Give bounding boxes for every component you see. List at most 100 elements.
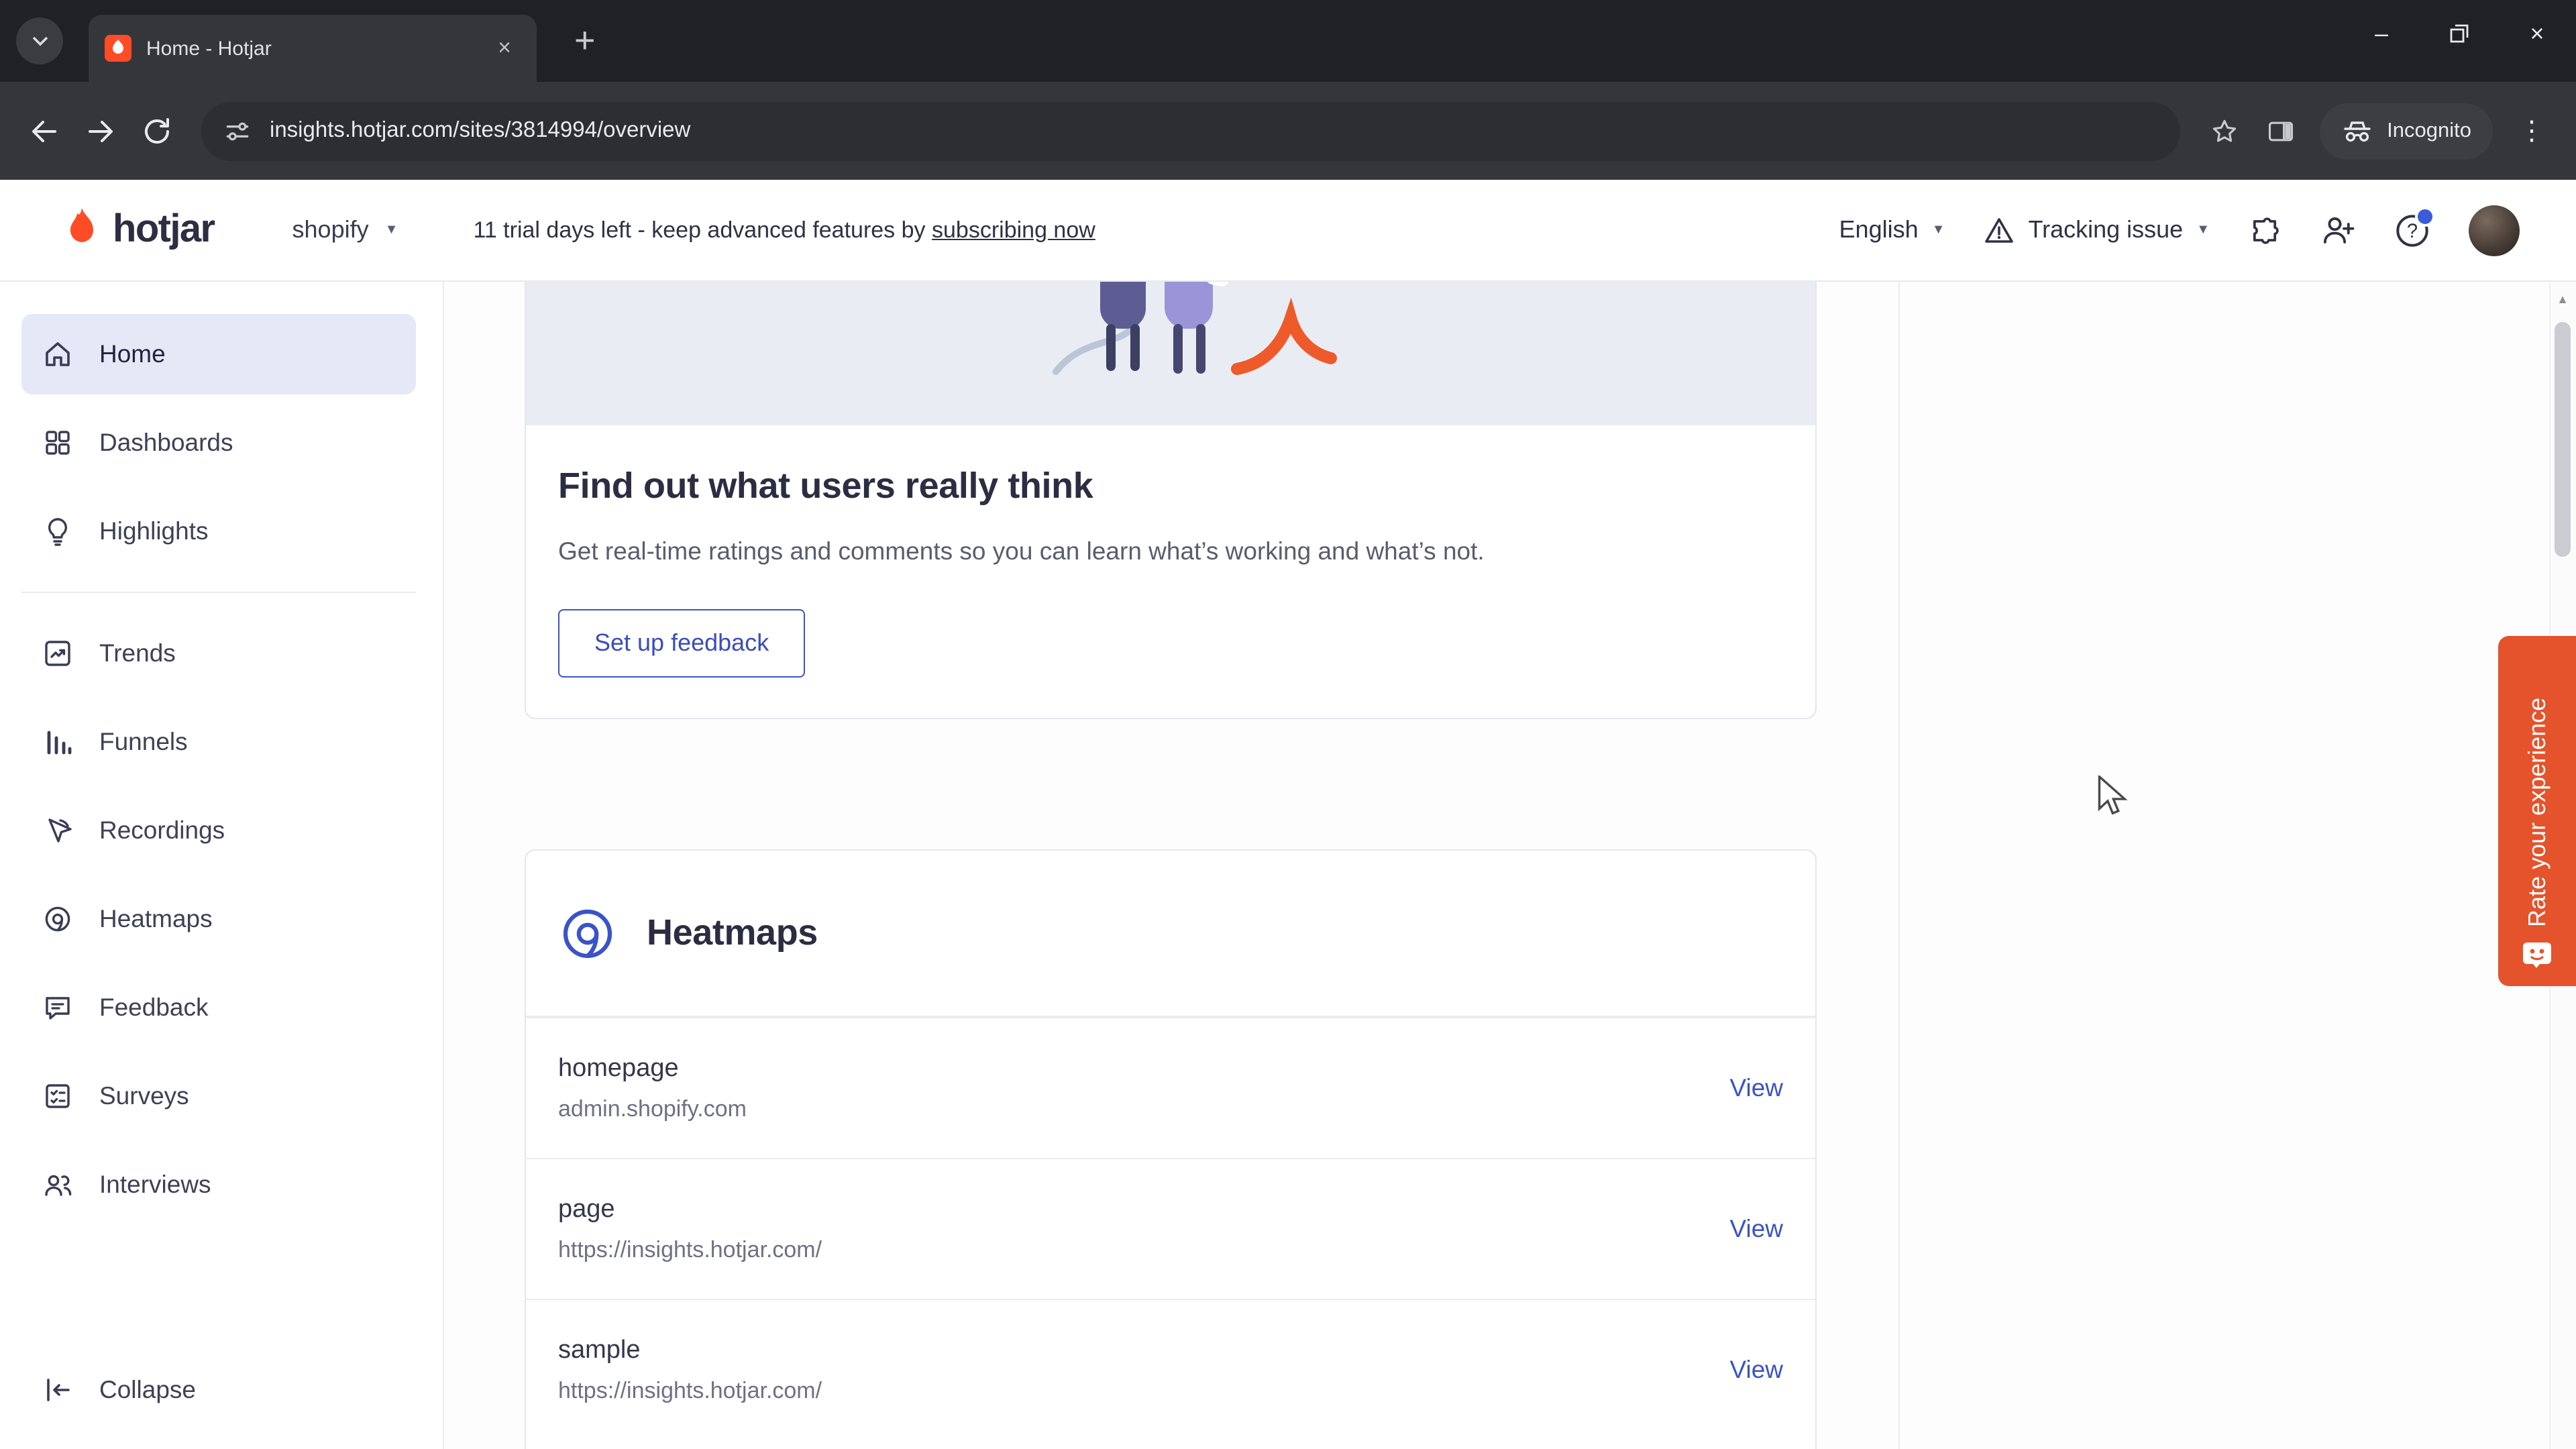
sidebar-item-trends[interactable]: Trends	[21, 613, 416, 694]
incognito-badge: Incognito	[2320, 103, 2493, 159]
back-button[interactable]	[16, 103, 72, 159]
chevron-down-icon: ▼	[1931, 222, 1945, 237]
bookmark-button[interactable]	[2196, 103, 2253, 159]
forward-arrow-icon	[89, 120, 113, 142]
set-up-feedback-button[interactable]: Set up feedback	[558, 609, 806, 678]
incognito-label: Incognito	[2387, 119, 2471, 142]
browser-window: Home - Hotjar × + – × insights.hotjar.co…	[0, 0, 2576, 1449]
lightbulb-icon	[42, 515, 74, 547]
tab-search-button[interactable]	[16, 17, 63, 64]
hotjar-logo[interactable]: hotjar	[62, 207, 215, 253]
star-icon	[2213, 119, 2237, 142]
window-restore-button[interactable]	[2420, 0, 2498, 67]
sidebar-item-interviews[interactable]: Interviews	[21, 1144, 416, 1225]
heatmap-url: admin.shopify.com	[558, 1095, 747, 1121]
sidebar-item-feedback[interactable]: Feedback	[21, 967, 416, 1048]
site-name: shopify	[292, 216, 369, 243]
trial-text: 11 trial days left - keep advanced featu…	[473, 217, 926, 242]
incognito-icon	[2344, 121, 2371, 142]
sidebar: Home Dashboards Highlights Trends Funnel…	[0, 282, 444, 1449]
heatmap-view-link[interactable]: View	[1729, 1073, 1783, 1103]
side-panel-icon	[2269, 121, 2294, 141]
scrollbar-thumb[interactable]	[2555, 322, 2571, 557]
sidebar-item-home[interactable]: Home	[21, 314, 416, 394]
sidebar-divider	[21, 592, 416, 593]
sidebar-item-label: Recordings	[99, 816, 225, 844]
back-arrow-icon	[32, 120, 56, 142]
site-selector[interactable]: shopify ▼	[292, 216, 398, 244]
sidebar-item-label: Home	[99, 339, 166, 368]
chevron-down-icon	[32, 36, 48, 46]
browser-toolbar: insights.hotjar.com/sites/3814994/overvi…	[0, 82, 2576, 180]
sidebar-item-label: Surveys	[99, 1081, 189, 1110]
interviews-icon	[42, 1169, 74, 1201]
forward-button[interactable]	[72, 103, 129, 159]
new-tab-button[interactable]: +	[574, 19, 596, 62]
sidebar-collapse-button[interactable]: Collapse	[21, 1350, 416, 1430]
language-selector[interactable]: English ▼	[1839, 216, 1945, 244]
trial-banner: 11 trial days left - keep advanced featu…	[473, 217, 1095, 244]
logo-wordmark: hotjar	[113, 208, 215, 251]
sidebar-item-surveys[interactable]: Surveys	[21, 1056, 416, 1136]
sidebar-item-dashboards[interactable]: Dashboards	[21, 402, 416, 483]
sidebar-item-label: Highlights	[99, 517, 209, 545]
site-info-icon[interactable]	[223, 116, 252, 146]
heatmap-name: page	[558, 1195, 615, 1223]
browser-tab-active[interactable]: Home - Hotjar ×	[89, 15, 537, 82]
hotjar-favicon-icon	[105, 35, 131, 62]
sidebar-item-label: Feedback	[99, 993, 209, 1021]
sidebar-item-label: Interviews	[99, 1170, 211, 1198]
browser-menu-button[interactable]: ⋮	[2504, 103, 2560, 159]
sidebar-item-heatmaps[interactable]: Heatmaps	[21, 879, 416, 959]
feedback-widget-icon	[2523, 943, 2551, 968]
reload-icon	[145, 117, 169, 143]
heatmaps-card-title: Heatmaps	[647, 912, 818, 953]
surveys-icon	[42, 1080, 74, 1112]
subscribing-now-link[interactable]: subscribing now	[932, 217, 1095, 242]
user-avatar[interactable]	[2469, 205, 2520, 256]
sidebar-item-label: Trends	[99, 639, 176, 667]
heatmap-url: https://insights.hotjar.com/	[558, 1236, 822, 1262]
chevron-down-icon: ▼	[384, 222, 398, 237]
restore-icon	[2450, 24, 2469, 43]
heatmap-name: sample	[558, 1336, 641, 1364]
trends-icon	[42, 637, 74, 669]
recordings-icon	[42, 814, 74, 847]
heatmap-view-link[interactable]: View	[1729, 1214, 1783, 1244]
sidebar-item-label: Heatmaps	[99, 904, 213, 932]
tab-title: Home - Hotjar	[146, 37, 272, 60]
invite-user-button[interactable]	[2320, 212, 2356, 248]
dashboards-icon	[42, 427, 74, 459]
rate-experience-tab[interactable]: Rate your experience	[2498, 636, 2576, 986]
tracking-issue-selector[interactable]: Tracking issue ▼	[1982, 214, 2210, 246]
heatmap-name: homepage	[558, 1054, 679, 1082]
heatmaps-card: Heatmaps homepage admin.shopify.com View…	[525, 849, 1817, 1449]
heatmap-list-item: homepage admin.shopify.com View	[526, 1017, 1815, 1158]
mouse-cursor	[2098, 775, 2128, 815]
heatmap-view-link[interactable]: View	[1729, 1355, 1783, 1385]
reload-button[interactable]	[129, 103, 185, 159]
header-right-controls: English ▼ Tracking issue ▼ ?	[1839, 205, 2520, 256]
address-bar[interactable]: insights.hotjar.com/sites/3814994/overvi…	[201, 101, 2181, 160]
sidebar-item-funnels[interactable]: Funnels	[21, 702, 416, 782]
feedback-card-title: Find out what users really think	[558, 466, 1093, 506]
url-text[interactable]: insights.hotjar.com/sites/3814994/overvi…	[270, 118, 690, 144]
window-minimize-button[interactable]: –	[2343, 0, 2420, 67]
collapse-icon	[42, 1374, 74, 1406]
app-header: hotjar shopify ▼ 11 trial days left - ke…	[0, 180, 2576, 282]
heatmap-item-info: page https://insights.hotjar.com/	[558, 1195, 822, 1263]
tab-close-icon[interactable]: ×	[488, 32, 521, 64]
menu-dots-icon: ⋮	[2518, 117, 2545, 146]
heatmaps-product-icon	[563, 908, 612, 958]
sidebar-item-recordings[interactable]: Recordings	[21, 790, 416, 871]
feedback-card-description: Get real-time ratings and comments so yo…	[558, 537, 1485, 565]
sidebar-item-highlights[interactable]: Highlights	[21, 491, 416, 572]
heatmap-url: https://insights.hotjar.com/	[558, 1377, 822, 1403]
integrations-button[interactable]	[2247, 213, 2282, 248]
side-panel-button[interactable]	[2253, 103, 2309, 159]
scrollbar-up-arrow[interactable]: ▲	[2551, 292, 2575, 306]
chevron-down-icon: ▼	[2196, 222, 2210, 237]
browser-tab-strip: Home - Hotjar × + – ×	[0, 0, 2576, 82]
window-close-button[interactable]: ×	[2498, 0, 2576, 67]
help-button[interactable]: ?	[2394, 206, 2435, 249]
